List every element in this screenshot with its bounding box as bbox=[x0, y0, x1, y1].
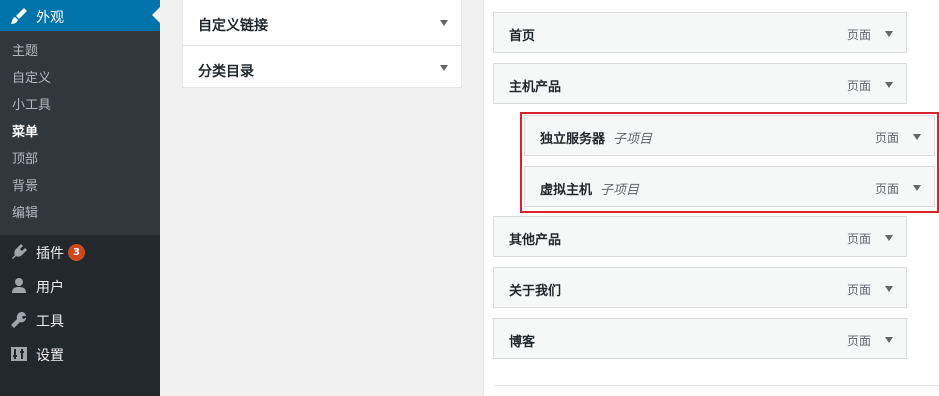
submenu-item-themes[interactable]: 主题 bbox=[12, 42, 38, 62]
user-icon bbox=[9, 276, 29, 296]
menu-item-title-text: 独立服务器 bbox=[540, 132, 606, 147]
chevron-down-icon[interactable] bbox=[885, 82, 893, 88]
chevron-down-icon[interactable] bbox=[885, 31, 893, 37]
menu-item-title: 关于我们 bbox=[509, 284, 562, 299]
menu-item-title: 虚拟主机 子项目 bbox=[540, 179, 639, 198]
chevron-down-icon[interactable] bbox=[913, 134, 921, 140]
sub-item-label: 子项目 bbox=[600, 183, 640, 198]
sidebar-item-label: 工具 bbox=[36, 314, 64, 330]
menu-items-accordion: 自定义链接 分类目录 bbox=[182, 0, 462, 88]
plugin-icon bbox=[9, 242, 29, 262]
settings-icon bbox=[9, 344, 29, 364]
accordion-section-label: 自定义链接 bbox=[198, 18, 268, 34]
menu-item-about-us[interactable]: 关于我们 页面 bbox=[493, 267, 907, 308]
sidebar-item-users[interactable]: 用户 bbox=[0, 269, 160, 303]
menu-item-type: 页面 bbox=[846, 79, 871, 93]
submenu-item-background[interactable]: 背景 bbox=[12, 177, 38, 197]
divider bbox=[494, 385, 939, 386]
submenu-item-widgets[interactable]: 小工具 bbox=[12, 96, 51, 116]
appearance-submenu: 主题 自定义 小工具 菜单 顶部 背景 编辑 bbox=[0, 31, 160, 235]
sidebar-item-label: 外观 bbox=[36, 10, 64, 26]
accordion-section-label: 分类目录 bbox=[198, 64, 254, 80]
plugin-update-badge: 3 bbox=[68, 244, 85, 261]
wrench-icon bbox=[9, 310, 29, 330]
menu-item-title: 其他产品 bbox=[509, 233, 562, 248]
menu-item-dedicated-server[interactable]: 独立服务器 子项目 页面 bbox=[524, 115, 935, 156]
sidebar-item-label: 设置 bbox=[36, 348, 64, 364]
menu-item-type: 页面 bbox=[874, 182, 899, 196]
sidebar-item-settings[interactable]: 设置 bbox=[0, 337, 160, 371]
menu-item-blog[interactable]: 博客 页面 bbox=[493, 318, 907, 359]
sidebar-item-tools[interactable]: 工具 bbox=[0, 303, 160, 337]
menu-item-hosting-products[interactable]: 主机产品 页面 bbox=[493, 63, 907, 104]
submenu-item-menus[interactable]: 菜单 bbox=[12, 123, 38, 143]
sidebar-item-label: 用户 bbox=[36, 280, 64, 296]
chevron-down-icon[interactable] bbox=[885, 286, 893, 292]
chevron-down-icon[interactable] bbox=[885, 337, 893, 343]
menu-item-home[interactable]: 首页 页面 bbox=[493, 12, 907, 53]
menu-item-title: 首页 bbox=[509, 29, 536, 44]
sidebar-item-plugins[interactable]: 插件 3 bbox=[0, 235, 160, 269]
accordion-section-custom-links[interactable]: 自定义链接 bbox=[183, 0, 462, 46]
submenu-item-editor[interactable]: 编辑 bbox=[12, 204, 38, 224]
paintbrush-icon bbox=[9, 6, 29, 26]
admin-sidebar: 外观 主题 自定义 小工具 菜单 顶部 背景 编辑 插件 3 用户 工具 设置 bbox=[0, 0, 160, 396]
sub-item-label: 子项目 bbox=[613, 132, 653, 147]
current-menu-arrow bbox=[152, 7, 160, 23]
sidebar-item-appearance[interactable]: 外观 bbox=[0, 0, 160, 31]
menu-item-title: 主机产品 bbox=[509, 80, 562, 95]
chevron-down-icon[interactable] bbox=[913, 185, 921, 191]
chevron-down-icon[interactable] bbox=[440, 65, 448, 71]
sidebar-item-label: 插件 bbox=[36, 246, 64, 262]
menu-item-other-products[interactable]: 其他产品 页面 bbox=[493, 216, 907, 257]
menu-item-title: 独立服务器 子项目 bbox=[540, 128, 652, 147]
submenu-item-header[interactable]: 顶部 bbox=[12, 150, 38, 170]
menu-item-type: 页面 bbox=[874, 131, 899, 145]
accordion-section-categories[interactable]: 分类目录 bbox=[183, 46, 462, 89]
menu-item-type: 页面 bbox=[846, 283, 871, 297]
menu-item-type: 页面 bbox=[846, 232, 871, 246]
menu-item-title: 博客 bbox=[509, 335, 536, 350]
submenu-item-customize[interactable]: 自定义 bbox=[12, 69, 51, 89]
menu-item-type: 页面 bbox=[846, 334, 871, 348]
menu-item-type: 页面 bbox=[846, 28, 871, 42]
chevron-down-icon[interactable] bbox=[440, 20, 448, 26]
menu-item-title-text: 虚拟主机 bbox=[540, 183, 593, 198]
chevron-down-icon[interactable] bbox=[885, 235, 893, 241]
menu-item-virtual-host[interactable]: 虚拟主机 子项目 页面 bbox=[524, 166, 935, 207]
